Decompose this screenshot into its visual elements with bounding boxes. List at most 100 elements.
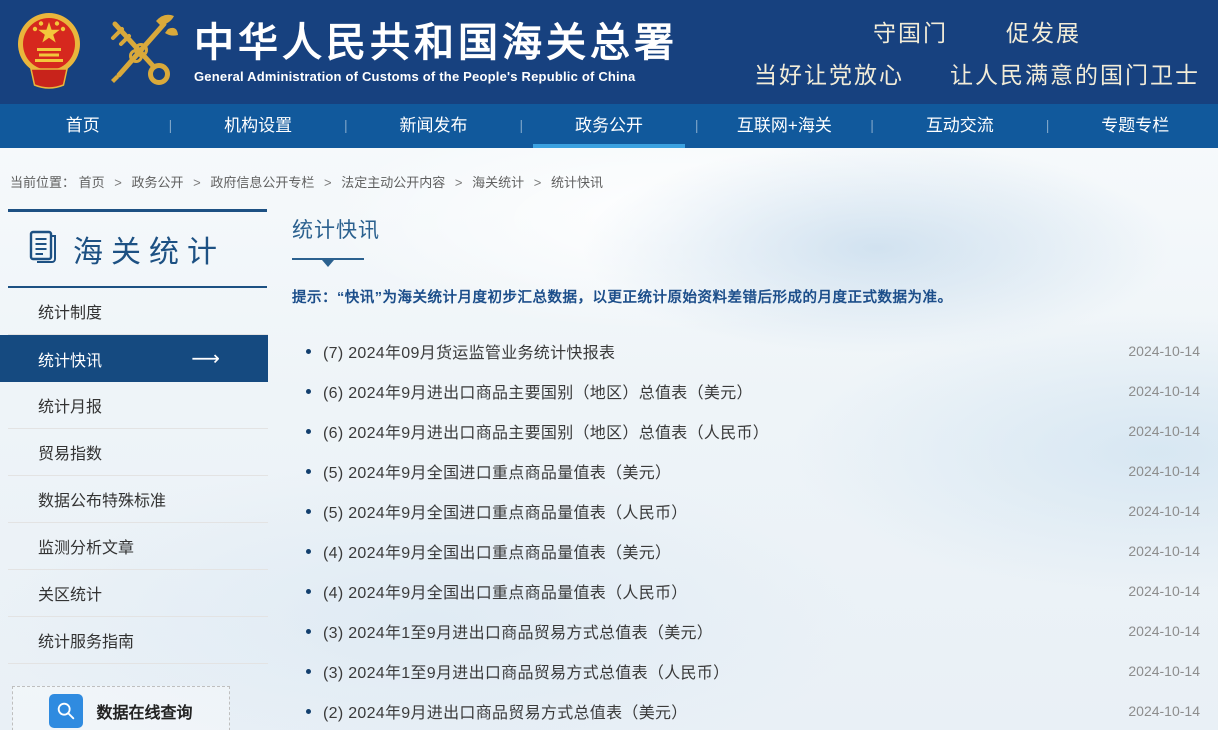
- nav-item[interactable]: 首页: [0, 104, 165, 148]
- breadcrumb-label: 当前位置：: [10, 175, 75, 190]
- news-link[interactable]: (5) 2024年9月全国进口重点商品量值表（美元）: [323, 459, 671, 483]
- bullet-icon: [306, 549, 311, 554]
- slogan-people: 让人民满意的国门卫士: [950, 56, 1200, 90]
- news-row: (6) 2024年9月进出口商品主要国别（地区）总值表（美元） 2024-10-…: [292, 371, 1200, 411]
- content-area: 海关统计 统计制度 ⟶ 统计快讯 ⟶ 统计月报 ⟶ 贸易指数 ⟶ 数据公布特殊标…: [0, 209, 1218, 730]
- sidebar-title: 海关统计: [8, 209, 267, 288]
- news-date: 2024-10-14: [1128, 343, 1200, 359]
- sidebar-item[interactable]: 数据公布特殊标准 ⟶: [8, 476, 268, 523]
- page-title: 统计快讯: [292, 214, 1200, 244]
- nav-item-label: 首页: [66, 116, 100, 135]
- bullet-icon: [306, 389, 311, 394]
- nav-item-label: 互联网+海关: [737, 116, 832, 135]
- sidebar-title-label: 海关统计: [73, 227, 225, 271]
- bullet-icon: [306, 589, 311, 594]
- breadcrumb-separator: >: [455, 175, 463, 190]
- bullet-icon: [306, 629, 311, 634]
- sidebar-item[interactable]: 监测分析文章 ⟶: [8, 523, 268, 570]
- nav-item[interactable]: 政务公开: [526, 104, 691, 148]
- nav-item-label: 专题专栏: [1101, 116, 1169, 135]
- sidebar-item-label: 监测分析文章: [38, 534, 134, 558]
- sidebar-item[interactable]: 关区统计 ⟶: [8, 570, 268, 617]
- page: 中华人民共和国海关总署 General Administration of Cu…: [0, 0, 1218, 730]
- bullet-icon: [306, 349, 311, 354]
- nav-active-underline: [533, 144, 684, 148]
- bullet-icon: [306, 709, 311, 714]
- active-arrow-icon: ⟶: [191, 346, 220, 371]
- sidebar-item-label: 数据公布特殊标准: [38, 487, 166, 511]
- breadcrumb-separator: >: [114, 175, 122, 190]
- sidebar-item[interactable]: 统计服务指南 ⟶: [8, 617, 268, 664]
- sidebar: 海关统计 统计制度 ⟶ 统计快讯 ⟶ 统计月报 ⟶ 贸易指数 ⟶ 数据公布特殊标…: [0, 209, 268, 730]
- nav-item-label: 政务公开: [575, 116, 643, 135]
- breadcrumb-link[interactable]: 法定主动公开内容: [341, 175, 445, 190]
- breadcrumb-link[interactable]: 海关统计: [472, 175, 524, 190]
- data-online-query-button[interactable]: 数据在线查询: [12, 686, 230, 730]
- news-date: 2024-10-14: [1128, 623, 1200, 639]
- news-date: 2024-10-14: [1128, 503, 1200, 519]
- breadcrumb-link[interactable]: 统计快讯: [551, 175, 603, 190]
- sidebar-item-label: 贸易指数: [38, 440, 102, 464]
- sidebar-item-label: 统计服务指南: [38, 628, 134, 652]
- nav-divider: |: [165, 104, 175, 148]
- bullet-icon: [306, 469, 311, 474]
- header-slogans: 守国门 促发展 当好让党放心 让人民满意的国门卫士: [754, 14, 1204, 90]
- national-emblem-icon: [16, 11, 82, 93]
- nav-divider: |: [692, 104, 702, 148]
- news-row: (6) 2024年9月进出口商品主要国别（地区）总值表（人民币） 2024-10…: [292, 411, 1200, 451]
- news-link[interactable]: (4) 2024年9月全国出口重点商品量值表（美元）: [323, 539, 671, 563]
- news-link[interactable]: (7) 2024年09月货运监管业务统计快报表: [323, 339, 615, 363]
- sidebar-item[interactable]: 贸易指数 ⟶: [8, 429, 268, 476]
- breadcrumb-separator: >: [324, 175, 332, 190]
- news-link[interactable]: (4) 2024年9月全国出口重点商品量值表（人民币）: [323, 579, 688, 603]
- nav-divider: |: [341, 104, 351, 148]
- slogan-guard-gate: 守国门: [873, 14, 948, 48]
- slogan-promote-dev: 促发展: [1006, 14, 1081, 48]
- news-row: (2) 2024年9月进出口商品贸易方式总值表（美元） 2024-10-14: [292, 691, 1200, 730]
- nav-item[interactable]: 机构设置: [175, 104, 340, 148]
- nav-item[interactable]: 专题专栏: [1053, 104, 1218, 148]
- news-link[interactable]: (3) 2024年1至9月进出口商品贸易方式总值表（美元）: [323, 619, 713, 643]
- site-header: 中华人民共和国海关总署 General Administration of Cu…: [0, 0, 1218, 104]
- news-link[interactable]: (6) 2024年9月进出口商品主要国别（地区）总值表（美元）: [323, 379, 753, 403]
- news-row: (5) 2024年9月全国进口重点商品量值表（美元） 2024-10-14: [292, 451, 1200, 491]
- news-date: 2024-10-14: [1128, 583, 1200, 599]
- nav-item[interactable]: 新闻发布: [351, 104, 516, 148]
- sidebar-item[interactable]: 统计月报 ⟶: [8, 382, 268, 429]
- news-row: (4) 2024年9月全国出口重点商品量值表（美元） 2024-10-14: [292, 531, 1200, 571]
- nav-item[interactable]: 互动交流: [877, 104, 1042, 148]
- sidebar-item-label: 统计制度: [38, 299, 102, 323]
- news-row: (7) 2024年09月货运监管业务统计快报表 2024-10-14: [292, 331, 1200, 371]
- breadcrumb-separator: >: [193, 175, 201, 190]
- breadcrumb-link[interactable]: 政务公开: [132, 175, 184, 190]
- breadcrumb-link[interactable]: 首页: [79, 175, 105, 190]
- news-link[interactable]: (3) 2024年1至9月进出口商品贸易方式总值表（人民币）: [323, 659, 729, 683]
- news-row: (3) 2024年1至9月进出口商品贸易方式总值表（美元） 2024-10-14: [292, 611, 1200, 651]
- news-date: 2024-10-14: [1128, 663, 1200, 679]
- site-title: 中华人民共和国海关总署: [194, 21, 678, 65]
- breadcrumb-separator: >: [534, 175, 542, 190]
- slogan-party: 当好让党放心: [754, 56, 904, 90]
- sidebar-item[interactable]: 统计制度 ⟶: [8, 288, 268, 335]
- nav-item-label: 机构设置: [224, 116, 292, 135]
- breadcrumb-link[interactable]: 政府信息公开专栏: [210, 175, 314, 190]
- sidebar-item-label: 关区统计: [38, 581, 102, 605]
- news-link[interactable]: (5) 2024年9月全国进口重点商品量值表（人民币）: [323, 499, 688, 523]
- nav-item-label: 新闻发布: [400, 116, 468, 135]
- bullet-icon: [306, 429, 311, 434]
- news-link[interactable]: (6) 2024年9月进出口商品主要国别（地区）总值表（人民币）: [323, 419, 769, 443]
- news-row: (5) 2024年9月全国进口重点商品量值表（人民币） 2024-10-14: [292, 491, 1200, 531]
- news-link[interactable]: (2) 2024年9月进出口商品贸易方式总值表（美元）: [323, 699, 688, 723]
- sidebar-item[interactable]: 统计快讯 ⟶: [0, 335, 268, 382]
- nav-item[interactable]: 互联网+海关: [702, 104, 867, 148]
- news-date: 2024-10-14: [1128, 383, 1200, 399]
- breadcrumb: 当前位置： 首页 > 政务公开 > 政府信息公开专栏 > 法定主动公开内容 > …: [0, 148, 1218, 203]
- nav-divider: |: [867, 104, 877, 148]
- title-underline: [292, 258, 364, 260]
- news-row: (3) 2024年1至9月进出口商品贸易方式总值表（人民币） 2024-10-1…: [292, 651, 1200, 691]
- triangle-marker: [322, 260, 334, 267]
- main-nav: 首页 | 机构设置 | 新闻发布 | 政务公开 | 互联网+海关 | 互动交流 …: [0, 104, 1218, 148]
- nav-item-label: 互动交流: [926, 116, 994, 135]
- nav-divider: |: [516, 104, 526, 148]
- sidebar-item-label: 统计快讯: [38, 347, 102, 371]
